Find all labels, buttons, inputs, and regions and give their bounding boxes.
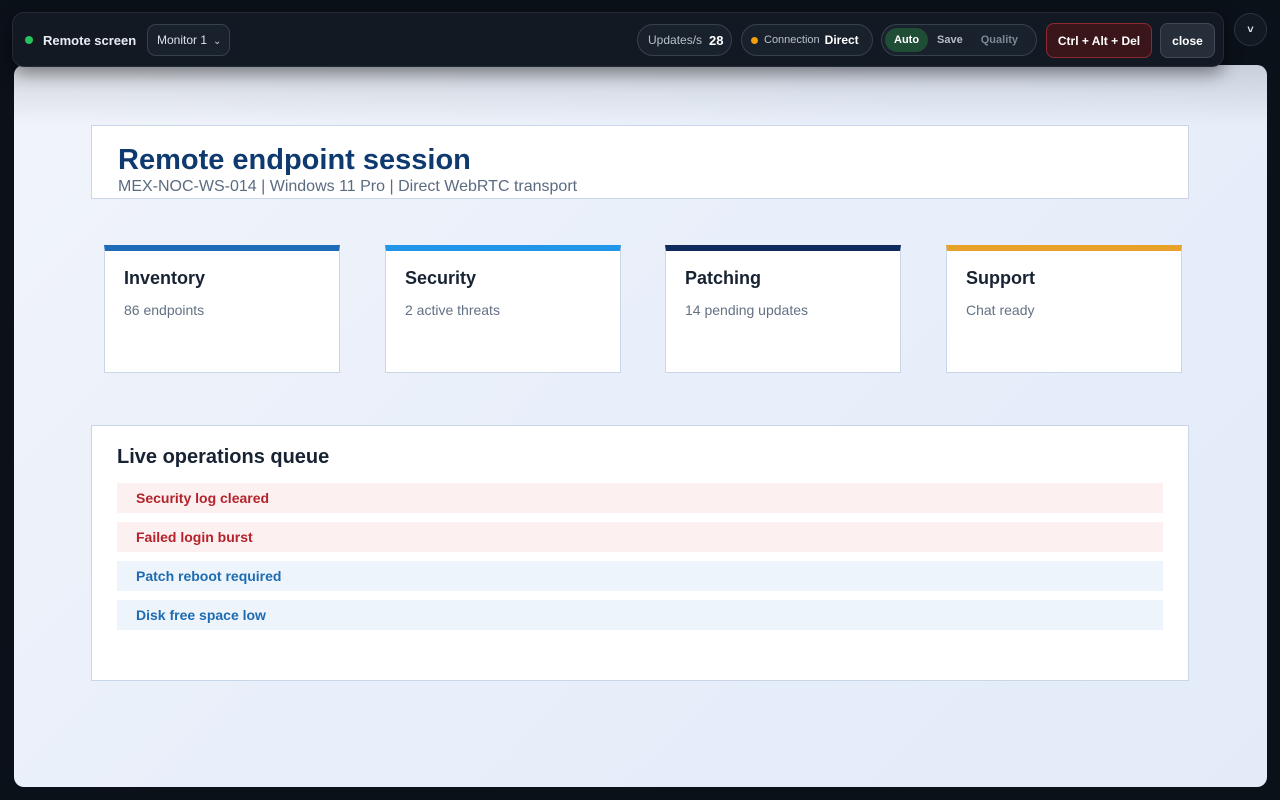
connection-status: Remote screen [25, 32, 136, 48]
tile-patching[interactable]: Patching 14 pending updates [665, 245, 901, 373]
updates-label: Updates/s [648, 33, 703, 47]
tile-value: 86 endpoints [124, 302, 205, 318]
connection-label: Connection [764, 34, 820, 46]
remote-screen-canvas[interactable]: Remote endpoint session MEX-NOC-WS-014 |… [14, 65, 1267, 787]
collapse-toolbar-button[interactable]: ˅ [1234, 13, 1267, 46]
tile-inventory[interactable]: Inventory 86 endpoints [104, 245, 340, 373]
quality-toggle-group: Auto Save Quality [881, 24, 1037, 56]
quality-option-quality[interactable]: Quality [972, 28, 1027, 52]
status-label: Remote screen [43, 32, 137, 48]
session-header-card: Remote endpoint session MEX-NOC-WS-014 |… [91, 125, 1189, 199]
operations-queue: Live operations queue Security log clear… [91, 425, 1189, 681]
tile-title: Support [966, 268, 1035, 288]
remote-toolbar: Remote screen Monitor 1 ⌄ Updates/s 28 C… [12, 12, 1224, 67]
quality-option-auto[interactable]: Auto [885, 28, 929, 52]
session-subtitle: MEX-NOC-WS-014 | Windows 11 Pro | Direct… [118, 178, 578, 195]
tile-support[interactable]: Support Chat ready [946, 245, 1182, 373]
queue-item[interactable]: Failed login burst [117, 522, 1163, 552]
tile-value: Chat ready [966, 302, 1035, 318]
connection-type-badge: Connection Direct [741, 24, 873, 56]
tile-title: Security [405, 268, 477, 288]
queue-item[interactable]: Security log cleared [117, 483, 1163, 513]
tile-security[interactable]: Security 2 active threats [385, 245, 621, 373]
queue-item[interactable]: Patch reboot required [117, 561, 1163, 591]
tile-value: 2 active threats [405, 302, 500, 318]
close-button[interactable]: close [1160, 23, 1215, 58]
updates-rate-badge: Updates/s 28 [637, 24, 732, 56]
ctrl-alt-del-button[interactable]: Ctrl + Alt + Del [1046, 23, 1152, 58]
chevron-down-icon: ⌄ [213, 36, 222, 47]
connection-dot-icon [751, 36, 758, 44]
connection-value: Direct [824, 33, 859, 47]
tile-value: 14 pending updates [685, 302, 808, 318]
queue-title: Live operations queue [117, 446, 330, 468]
updates-value: 28 [709, 32, 724, 48]
quality-option-save[interactable]: Save [928, 28, 972, 52]
page-title: Remote endpoint session [118, 144, 471, 176]
summary-tiles: Inventory 86 endpoints Security 2 active… [104, 245, 1182, 373]
tile-title: Patching [685, 268, 762, 288]
tile-title: Inventory [124, 268, 206, 288]
chevron-down-icon: ˅ [1247, 23, 1254, 36]
monitor-label: Monitor 1 [157, 33, 208, 47]
queue-item[interactable]: Disk free space low [117, 600, 1163, 630]
queue-list: Security log cleared Failed login burst … [117, 483, 1163, 630]
status-dot-icon [25, 36, 33, 44]
monitor-select[interactable]: Monitor 1 ⌄ [147, 24, 230, 56]
